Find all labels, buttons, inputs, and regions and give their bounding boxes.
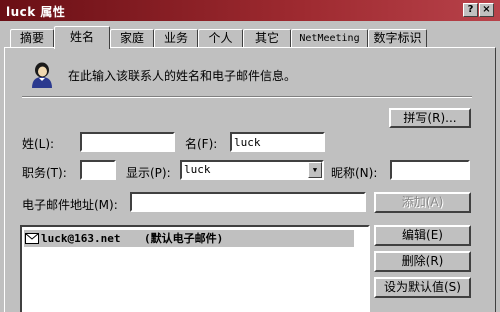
spell-button[interactable]: 拼写(R)... bbox=[389, 108, 471, 128]
default-email-note: (默认电子邮件) bbox=[144, 232, 224, 245]
nickname-field[interactable] bbox=[390, 160, 470, 180]
email-label: 电子邮件地址(M): bbox=[22, 198, 118, 212]
display-label: 显示(P): bbox=[126, 166, 171, 180]
email-listbox[interactable]: luck@163.net (默认电子邮件) bbox=[20, 225, 370, 312]
window-title: luck 属性 bbox=[6, 5, 66, 19]
nickname-label: 昵称(N): bbox=[331, 166, 378, 180]
first-name-label: 名(F): bbox=[185, 137, 218, 151]
chevron-down-icon[interactable]: ▼ bbox=[308, 162, 322, 178]
tab-personal[interactable]: 个人 bbox=[198, 29, 243, 48]
tab-home[interactable]: 家庭 bbox=[110, 29, 154, 48]
tab-business[interactable]: 业务 bbox=[154, 29, 198, 48]
tab-name[interactable]: 姓名 bbox=[54, 26, 110, 49]
email-field[interactable] bbox=[130, 192, 366, 212]
separator bbox=[22, 96, 472, 98]
display-combobox[interactable]: luck ▼ bbox=[180, 160, 324, 180]
last-name-label: 姓(L): bbox=[22, 137, 55, 151]
display-value: luck bbox=[184, 163, 211, 176]
set-default-button[interactable]: 设为默认值(S) bbox=[374, 277, 471, 298]
add-button[interactable]: 添加(A) bbox=[374, 192, 471, 213]
edit-button[interactable]: 编辑(E) bbox=[374, 225, 471, 246]
tab-netmeeting[interactable]: NetMeeting bbox=[291, 29, 368, 48]
last-name-field[interactable] bbox=[80, 132, 175, 152]
tab-summary[interactable]: 摘要 bbox=[10, 29, 54, 48]
list-item[interactable]: luck@163.net (默认电子邮件) bbox=[24, 230, 354, 247]
job-title-field[interactable] bbox=[80, 160, 116, 180]
title-label: 职务(T): bbox=[22, 166, 67, 180]
first-name-field[interactable] bbox=[230, 132, 325, 152]
help-button[interactable]: ? bbox=[463, 3, 478, 17]
remove-button[interactable]: 删除(R) bbox=[374, 251, 471, 272]
email-address: luck@163.net bbox=[41, 232, 121, 245]
tab-digital-ids[interactable]: 数字标识 bbox=[368, 29, 427, 48]
close-button[interactable]: × bbox=[479, 3, 494, 17]
envelope-icon bbox=[25, 233, 39, 244]
title-bar[interactable]: luck 属性 ? × bbox=[0, 0, 500, 21]
tab-other[interactable]: 其它 bbox=[243, 29, 291, 48]
info-text: 在此输入该联系人的姓名和电子邮件信息。 bbox=[68, 69, 297, 83]
person-icon bbox=[32, 62, 52, 88]
